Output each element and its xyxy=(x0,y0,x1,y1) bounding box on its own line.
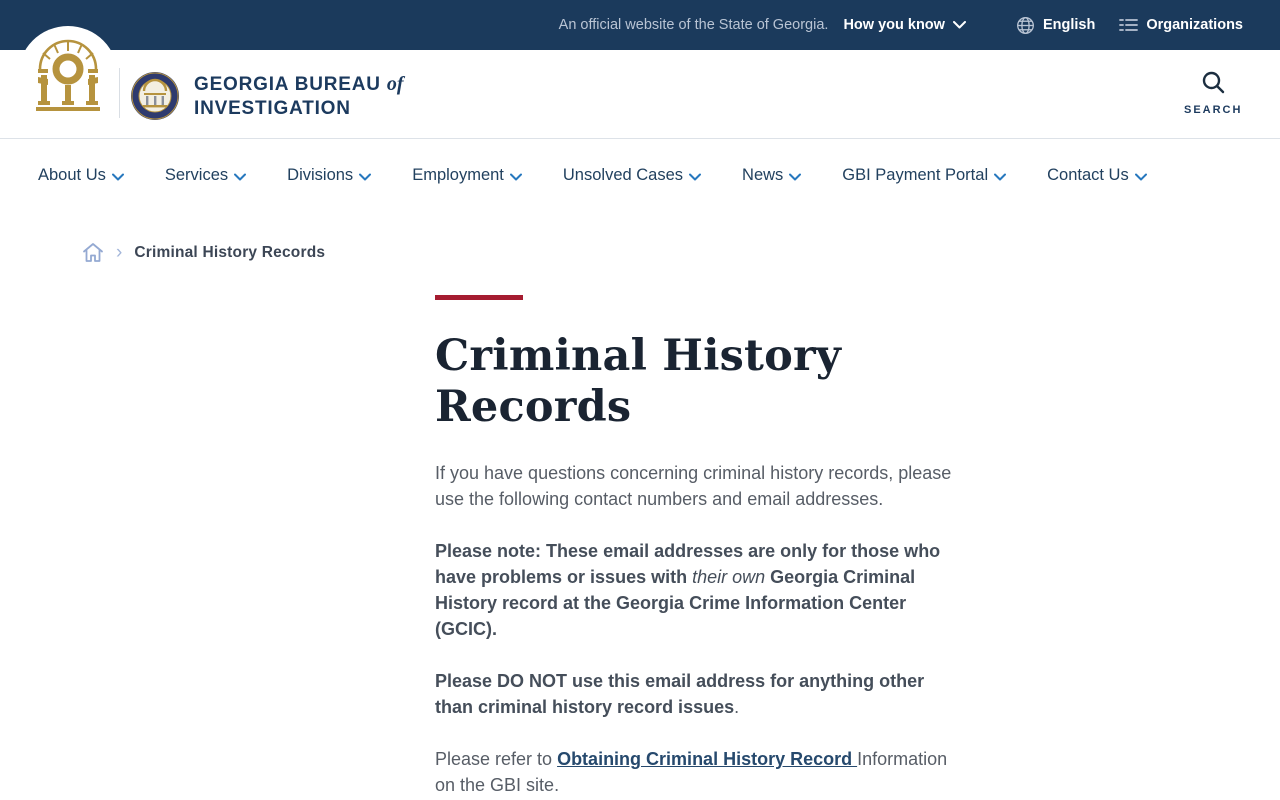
official-website-text: An official website of the State of Geor… xyxy=(558,17,829,33)
chevron-down-icon xyxy=(111,173,124,181)
list-icon xyxy=(1119,17,1139,33)
header-divider xyxy=(119,68,120,118)
nav-item-employment[interactable]: Employment xyxy=(412,166,522,185)
warning-paragraph: Please DO NOT use this email address for… xyxy=(435,671,925,718)
chevron-down-icon xyxy=(789,173,802,181)
note-paragraph: Please note: These email addresses are o… xyxy=(435,541,941,640)
refer-paragraph: Please refer to Obtaining Criminal Histo… xyxy=(435,749,948,796)
chevron-down-icon xyxy=(994,173,1007,181)
title-accent-rule xyxy=(435,295,523,300)
language-label: English xyxy=(1042,17,1096,33)
nav-item-news[interactable]: News xyxy=(742,166,802,185)
official-topbar: An official website of the State of Geor… xyxy=(0,0,1280,50)
home-icon xyxy=(83,243,103,262)
article-content: Criminal History Records If you have que… xyxy=(435,295,957,798)
brand-line2: INVESTIGATION xyxy=(194,98,351,119)
language-selector[interactable]: English xyxy=(1016,16,1095,35)
main-nav: About Us Services Divisions Employment U… xyxy=(0,139,1280,212)
search-icon xyxy=(1201,71,1226,99)
their-own-italic: their own xyxy=(692,567,766,588)
how-you-know-button[interactable]: How you know xyxy=(843,17,966,33)
organizations-label: Organizations xyxy=(1146,17,1243,33)
nav-item-contact-us[interactable]: Contact Us xyxy=(1047,166,1147,185)
nav-item-unsolved-cases[interactable]: Unsolved Cases xyxy=(563,166,702,185)
intro-paragraph: If you have questions concerning crimina… xyxy=(435,463,952,510)
nav-item-services[interactable]: Services xyxy=(165,166,247,185)
page-title: Criminal History Records xyxy=(435,331,842,432)
site-title[interactable]: GEORGIA BUREAU of INVESTIGATION xyxy=(194,72,404,121)
breadcrumb-home-link[interactable] xyxy=(82,242,104,263)
nav-item-gbi-payment-portal[interactable]: GBI Payment Portal xyxy=(842,166,1007,185)
nav-item-about-us[interactable]: About Us xyxy=(38,166,124,185)
chevron-down-icon xyxy=(689,173,702,181)
chevron-down-icon xyxy=(359,173,372,181)
globe-icon xyxy=(1016,16,1035,35)
chevron-down-icon xyxy=(234,173,247,181)
chevron-down-icon xyxy=(1134,173,1147,181)
brand-line1: GEORGIA BUREAU xyxy=(194,74,381,95)
nav-item-divisions[interactable]: Divisions xyxy=(287,166,372,185)
brand-of: of xyxy=(386,73,404,95)
organizations-button[interactable]: Organizations xyxy=(1119,17,1243,33)
breadcrumb-separator: › xyxy=(116,242,123,263)
site-header: GEORGIA BUREAU of INVESTIGATION SEARCH xyxy=(0,26,1280,139)
breadcrumb-current: Criminal History Records xyxy=(134,243,326,261)
gbi-seal-icon xyxy=(131,72,179,120)
search-label: SEARCH xyxy=(1184,104,1243,116)
chevron-down-icon xyxy=(509,173,522,181)
how-you-know-label: How you know xyxy=(843,17,945,33)
obtaining-criminal-history-record-link[interactable]: Obtaining Criminal History Record xyxy=(557,749,857,769)
chevron-down-icon xyxy=(945,17,966,33)
breadcrumb: › Criminal History Records xyxy=(82,242,1280,263)
georgia-arch-logo[interactable] xyxy=(18,26,118,126)
arch-icon xyxy=(36,39,100,111)
search-button[interactable]: SEARCH xyxy=(1184,70,1242,116)
